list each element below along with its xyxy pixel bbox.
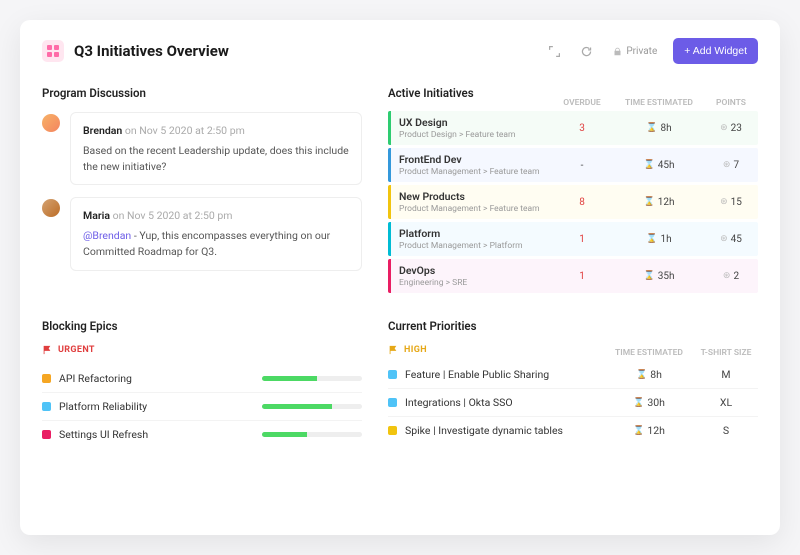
time-value: ⌛45h <box>614 160 704 171</box>
page-title: Q3 Initiatives Overview <box>74 42 229 60</box>
comment: Maria on Nov 5 2020 at 2:50 pm @Brendan … <box>42 197 362 270</box>
points-value: ⊛2 <box>704 271 758 282</box>
points-icon: ⊛ <box>720 123 728 133</box>
priority-flag-urgent: URGENT <box>42 345 362 355</box>
active-initiatives-panel: Active Initiatives OVERDUE TIME ESTIMATE… <box>388 86 758 293</box>
col-points: POINTS <box>704 98 758 108</box>
section-title: Current Priorities <box>388 319 758 333</box>
overdue-value: - <box>550 160 614 171</box>
mention[interactable]: @Brendan <box>83 229 131 242</box>
comment-author: Brendan <box>83 124 122 137</box>
points-icon: ⊛ <box>723 271 731 281</box>
comment-time: on Nov 5 2020 at 2:50 pm <box>113 209 233 222</box>
time-value: ⌛12h <box>614 197 704 208</box>
privacy-indicator[interactable]: Private <box>607 46 663 57</box>
app-icon <box>42 40 64 62</box>
section-title: Program Discussion <box>42 86 362 100</box>
avatar <box>42 199 60 217</box>
comment: Brendan on Nov 5 2020 at 2:50 pm Based o… <box>42 112 362 185</box>
dashboard-card: Q3 Initiatives Overview Private + Add Wi… <box>20 20 780 535</box>
points-value: ⊛7 <box>704 160 758 171</box>
size-value: M <box>694 368 758 381</box>
hourglass-icon: ⌛ <box>633 398 644 408</box>
avatar <box>42 114 60 132</box>
points-icon: ⊛ <box>720 197 728 207</box>
header: Q3 Initiatives Overview Private + Add Wi… <box>42 38 758 64</box>
comment-bubble[interactable]: Brendan on Nov 5 2020 at 2:50 pm Based o… <box>70 112 362 185</box>
time-value: ⌛35h <box>614 271 704 282</box>
col-overdue: OVERDUE <box>550 98 614 108</box>
time-value: ⌛8h <box>614 123 704 134</box>
refresh-button[interactable] <box>575 40 597 62</box>
priority-row[interactable]: Feature | Enable Public Sharing ⌛8h M <box>388 361 758 389</box>
epic-row[interactable]: Settings UI Refresh <box>42 421 362 448</box>
overdue-value: 1 <box>550 271 614 282</box>
color-swatch <box>42 430 51 439</box>
color-swatch <box>388 426 397 435</box>
initiative-row[interactable]: PlatformProduct Management > Platform 1 … <box>388 222 758 256</box>
flag-icon <box>388 345 398 355</box>
time-value: ⌛30h <box>604 396 694 409</box>
progress-bar <box>262 404 362 409</box>
hourglass-icon: ⌛ <box>644 197 655 207</box>
program-discussion-panel: Program Discussion Brendan on Nov 5 2020… <box>42 86 362 293</box>
points-icon: ⊛ <box>723 160 731 170</box>
size-value: XL <box>694 396 758 409</box>
progress-bar <box>262 376 362 381</box>
points-value: ⊛15 <box>704 197 758 208</box>
color-swatch <box>388 398 397 407</box>
initiative-row[interactable]: New ProductsProduct Management > Feature… <box>388 185 758 219</box>
flag-icon <box>42 345 52 355</box>
hourglass-icon: ⌛ <box>644 160 655 170</box>
col-time: TIME ESTIMATED <box>604 348 694 358</box>
hourglass-icon: ⌛ <box>646 123 657 133</box>
overdue-value: 3 <box>550 123 614 134</box>
points-value: ⊛45 <box>704 234 758 245</box>
priority-row[interactable]: Integrations | Okta SSO ⌛30h XL <box>388 389 758 417</box>
progress-bar <box>262 432 362 437</box>
epic-row[interactable]: API Refactoring <box>42 365 362 393</box>
priority-flag-high: HIGH <box>388 345 604 355</box>
initiative-row[interactable]: FrontEnd DevProduct Management > Feature… <box>388 148 758 182</box>
comment-author: Maria <box>83 209 110 222</box>
time-value: ⌛12h <box>604 424 694 437</box>
comment-time: on Nov 5 2020 at 2:50 pm <box>125 124 245 137</box>
points-icon: ⊛ <box>720 234 728 244</box>
color-swatch <box>388 370 397 379</box>
comment-body: Based on the recent Leadership update, d… <box>83 143 349 175</box>
color-swatch <box>42 402 51 411</box>
time-value: ⌛1h <box>614 234 704 245</box>
hourglass-icon: ⌛ <box>644 271 655 281</box>
points-value: ⊛23 <box>704 123 758 134</box>
col-time: TIME ESTIMATED <box>614 98 704 108</box>
initiative-row[interactable]: DevOpsEngineering > SRE 1 ⌛35h ⊛2 <box>388 259 758 293</box>
overdue-value: 8 <box>550 197 614 208</box>
color-swatch <box>42 374 51 383</box>
hourglass-icon: ⌛ <box>646 234 657 244</box>
add-widget-button[interactable]: + Add Widget <box>673 38 758 64</box>
privacy-label: Private <box>626 46 657 57</box>
hourglass-icon: ⌛ <box>636 370 647 380</box>
comment-body: @Brendan - Yup, this encompasses everyth… <box>83 228 349 260</box>
col-size: T-SHIRT SIZE <box>694 348 758 358</box>
priority-row[interactable]: Spike | Investigate dynamic tables ⌛12h … <box>388 417 758 444</box>
initiative-row[interactable]: UX DesignProduct Design > Feature team 3… <box>388 111 758 145</box>
blocking-epics-panel: Blocking Epics URGENT API Refactoring Pl… <box>42 319 362 448</box>
hourglass-icon: ⌛ <box>633 426 644 436</box>
lock-icon <box>613 47 622 56</box>
section-title: Blocking Epics <box>42 319 362 333</box>
expand-button[interactable] <box>543 40 565 62</box>
size-value: S <box>694 424 758 437</box>
time-value: ⌛8h <box>604 368 694 381</box>
epic-row[interactable]: Platform Reliability <box>42 393 362 421</box>
section-title: Active Initiatives <box>388 86 550 100</box>
comment-bubble[interactable]: Maria on Nov 5 2020 at 2:50 pm @Brendan … <box>70 197 362 270</box>
current-priorities-panel: Current Priorities HIGH TIME ESTIMATED T… <box>388 319 758 448</box>
overdue-value: 1 <box>550 234 614 245</box>
